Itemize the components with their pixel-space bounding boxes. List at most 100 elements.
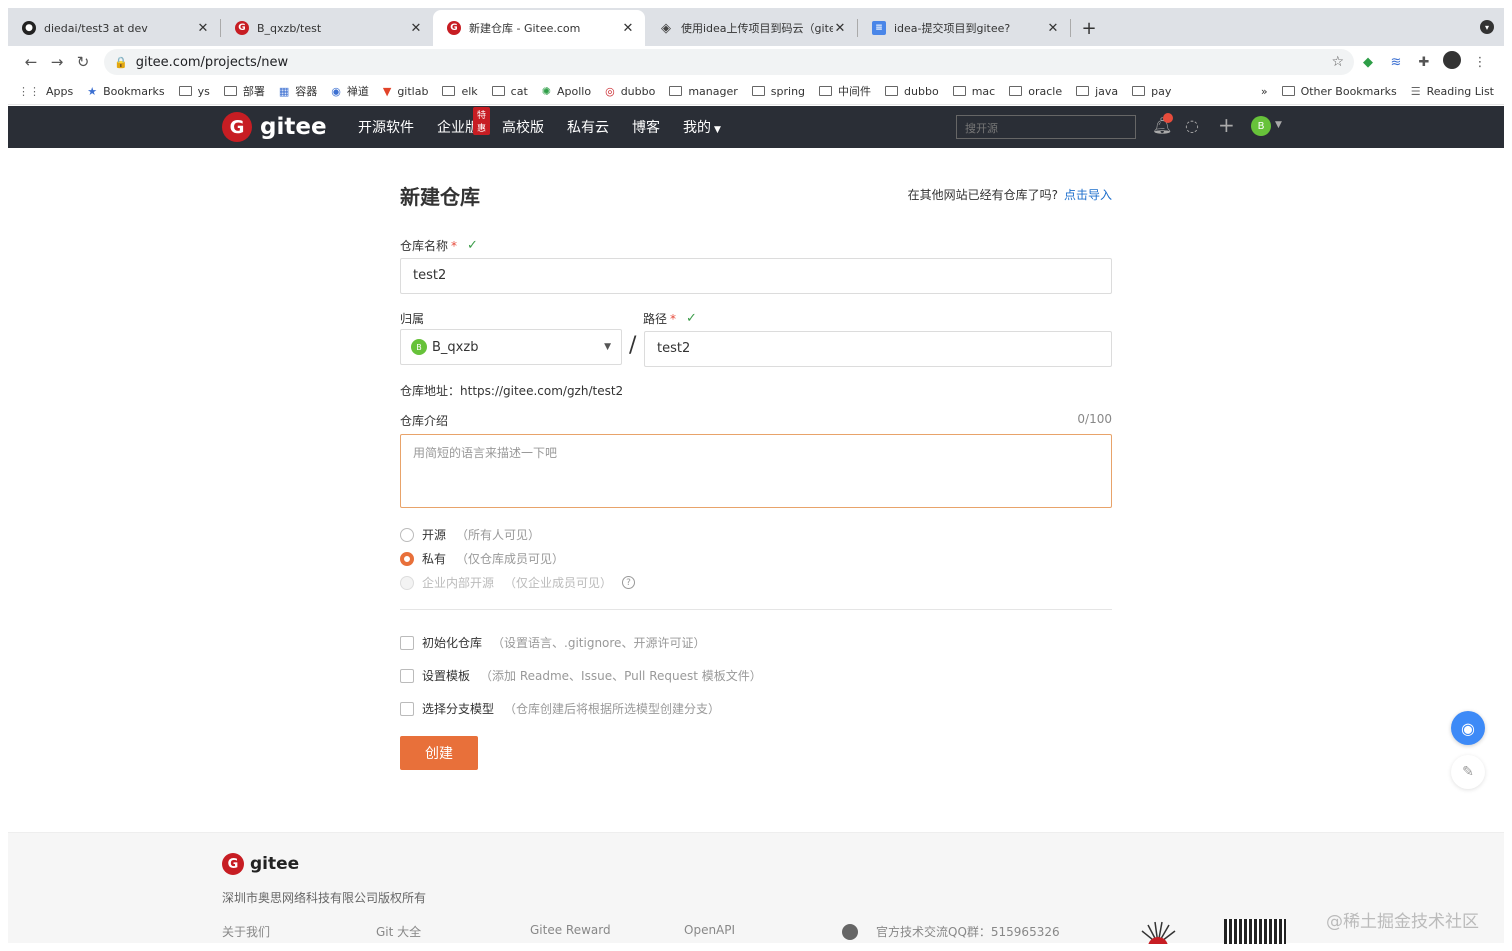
close-icon[interactable]: ✕ [409,21,423,36]
checkbox-hint: （添加 Readme、Issue、Pull Request 模板文件） [480,669,762,683]
radio-button-selected[interactable] [400,551,414,566]
import-link[interactable]: 点击导入 [1064,188,1112,202]
new-tab-button[interactable]: + [1071,10,1107,46]
bookmark-folder[interactable]: oracle [1009,85,1062,98]
bookmark-folder[interactable]: pay [1132,85,1171,98]
bookmark-folder[interactable]: elk [442,85,478,98]
bookmark-item[interactable]: ✺ Apollo [542,85,591,98]
dubbo-icon: ◎ [605,84,615,98]
close-icon[interactable]: ✕ [196,21,210,36]
folder-icon [1132,86,1146,96]
container-icon: ▦ [278,84,290,98]
char-counter: 0/100 [1077,412,1112,426]
bookmark-item[interactable]: ◎ dubbo [605,85,655,98]
lightbulb-icon[interactable]: ◌ [1185,116,1199,135]
tab-title: 使用idea上传项目到码云（gitee [681,22,833,35]
lock-icon[interactable]: 🔒 [114,56,128,69]
checkbox[interactable] [400,635,414,650]
browser-tab[interactable]: ● diedai/test3 at dev ✕ [8,10,220,46]
nav-mine[interactable]: 我的 ▼ [683,117,721,137]
help-icon[interactable]: ? [622,576,636,589]
nav-enterprise[interactable]: 企业版 特惠 [437,107,491,137]
folder-icon [751,86,765,96]
browser-tab[interactable]: G B_qxzb/test ✕ [221,10,433,46]
bookmark-bookmarks[interactable]: ★ Bookmarks [87,85,164,98]
option-template[interactable]: 设置模板 （添加 Readme、Issue、Pull Request 模板文件） [400,667,762,684]
browser-tab[interactable]: ◈ 使用idea上传项目到码云（gitee ✕ [645,10,857,46]
check-icon: ✓ [686,311,697,326]
option-init-repo[interactable]: 初始化仓库 （设置语言、.gitignore、开源许可证） [400,634,705,651]
bookmark-folder[interactable]: ys [178,85,210,98]
profile-avatar[interactable] [1438,51,1466,73]
nav-private-cloud[interactable]: 私有云 [567,117,609,137]
repo-name-label: 仓库名称 * ✓ [400,237,478,254]
chevron-down-icon[interactable]: ▼ [1275,120,1282,130]
bookmark-item[interactable]: ▼ gitlab [383,85,429,98]
create-button[interactable]: 创建 [400,736,478,770]
plus-icon[interactable]: + [1218,113,1235,137]
reload-icon[interactable]: ↻ [70,53,96,71]
feedback-edit-icon[interactable]: ✎ [1451,755,1485,789]
path-input[interactable]: test2 [644,331,1112,367]
bookmark-item[interactable]: ◉ 禅道 [331,83,369,99]
option-branch-model[interactable]: 选择分支模型 （仓库创建后将根据所选模型创建分支） [400,700,720,717]
close-icon[interactable]: ✕ [1046,21,1060,36]
intro-textarea[interactable]: 用简短的语言来描述一下吧 [400,434,1112,508]
radio-button[interactable] [400,527,414,542]
close-icon[interactable]: ✕ [833,21,847,36]
extension-icon[interactable]: ≋ [1382,55,1410,70]
bookmarks-overflow-button[interactable]: » [1261,85,1268,98]
bookmark-star-icon[interactable]: ☆ [1331,54,1344,70]
bookmark-folder[interactable]: 中间件 [819,83,871,99]
more-menu-icon[interactable]: ⋮ [1466,55,1494,70]
reading-list[interactable]: ☰ Reading List [1411,85,1494,98]
radio-label: 私有 [422,552,447,566]
gitee-logo[interactable]: G gitee [222,112,327,142]
bookmark-folder[interactable]: mac [952,85,995,98]
forward-icon[interactable]: → [44,53,70,71]
footer-link-about[interactable]: 关于我们 [222,923,376,940]
repo-url-label: 仓库地址： [400,384,461,398]
footer-logo[interactable]: G gitee [222,853,299,875]
footer-link-reward[interactable]: Gitee Reward [530,923,684,940]
back-icon[interactable]: ← [18,53,44,71]
chat-bubble-icon[interactable]: ◉ [1451,711,1485,745]
divider [400,609,1112,610]
address-bar[interactable]: 🔒 gitee.com/projects/new ☆ [104,49,1354,75]
owner-select[interactable]: B B_qxzb ▼ [400,329,622,365]
browser-tab-active[interactable]: G 新建仓库 - Gitee.com ✕ [433,10,645,46]
checkbox[interactable] [400,668,414,683]
footer-link-openapi[interactable]: OpenAPI [684,923,838,940]
puzzle-extensions-icon[interactable]: ✚ [1410,55,1438,70]
bookmark-folder[interactable]: manager [669,85,738,98]
visibility-public[interactable]: 开源 （所有人可见） [400,526,540,543]
browser-tab[interactable]: ≡ idea-提交项目到gitee? ✕ [858,10,1070,46]
bookmark-folder[interactable]: 部署 [223,83,265,99]
user-avatar[interactable]: B [1251,116,1271,136]
checkbox[interactable] [400,701,414,716]
bookmark-folder[interactable]: java [1076,85,1118,98]
repo-url-value: https://gitee.com/gzh/test2 [460,384,624,398]
visibility-private[interactable]: 私有 （仅仓库成员可见） [400,550,564,567]
bookmark-folder[interactable]: cat [491,85,528,98]
folder-icon [1009,86,1023,96]
repo-name-input[interactable]: test2 [400,258,1112,294]
bookmark-apps[interactable]: ⋮⋮ Apps [18,85,73,98]
close-icon[interactable]: ✕ [621,21,635,36]
header-search-input[interactable]: 搜开源 [956,115,1136,139]
bookmark-folder[interactable]: dubbo [885,85,939,98]
checkbox-hint: （仓库创建后将根据所选模型创建分支） [504,702,721,716]
bookmark-folder[interactable]: spring [751,85,805,98]
nav-education[interactable]: 高校版 [502,117,544,137]
nav-open-source[interactable]: 开源软件 [358,117,414,137]
chevron-down-icon: ▼ [604,342,611,352]
nav-blog[interactable]: 博客 [632,117,660,137]
reading-list-icon: ☰ [1410,84,1421,98]
other-bookmarks[interactable]: Other Bookmarks [1281,85,1397,98]
evernote-extension-icon[interactable]: ◆ [1354,55,1382,70]
tab-search-icon[interactable]: ▾ [1480,20,1494,34]
bookmark-item[interactable]: ▦ 容器 [279,83,317,99]
footer-link-git[interactable]: Git 大全 [376,923,530,940]
extension-icon: ◈ [661,20,671,36]
folder-icon [178,86,192,96]
